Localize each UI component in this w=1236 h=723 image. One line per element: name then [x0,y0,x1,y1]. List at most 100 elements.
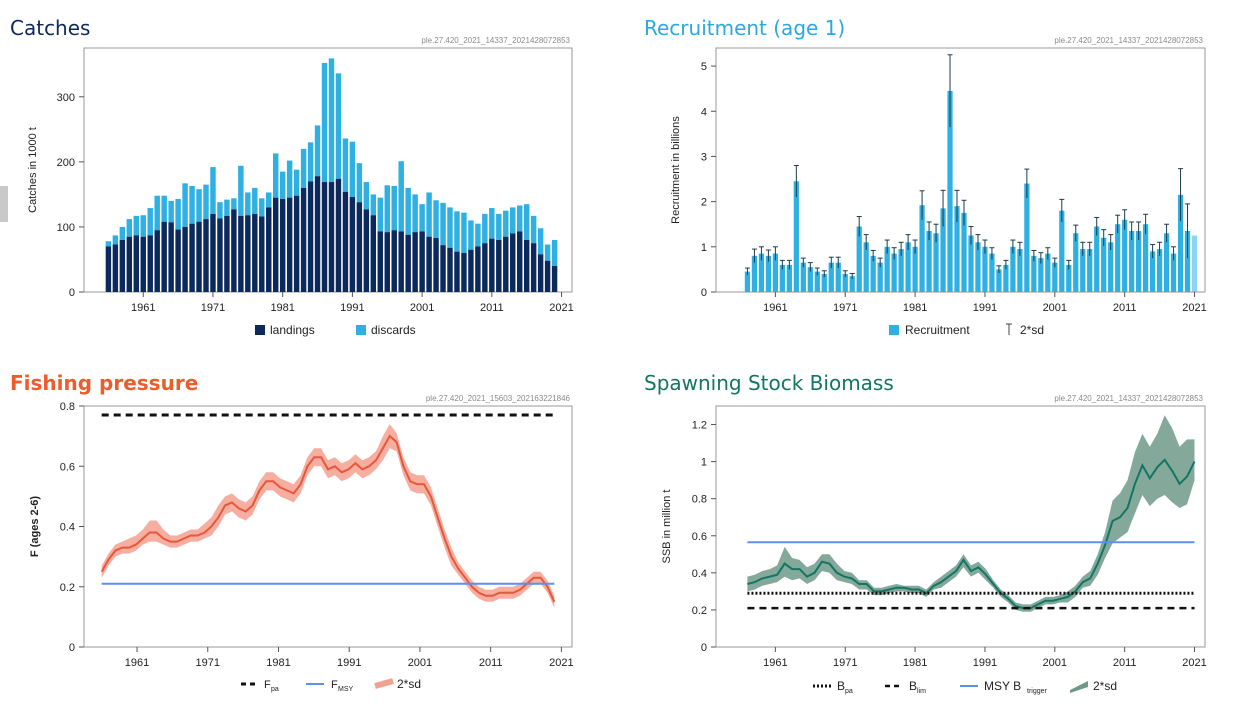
discards-bar [412,194,418,233]
y-axis-label: F (ages 2-6) [29,496,41,557]
y-tick-label: 0.6 [692,531,707,543]
y-axis-label: SSB in million t [661,490,673,564]
x-tick-label: 1961 [763,302,787,314]
landings-bar [391,230,397,292]
x-tick-label: 1981 [903,657,927,669]
landings-bar [279,198,286,292]
landings-bar [217,218,223,292]
landings-bar [105,246,112,292]
discards-bar [370,194,377,216]
recruitment-bar [1059,210,1065,292]
discards-bar [133,215,140,236]
discards-bar [342,138,349,192]
x-tick-label: 1971 [201,302,225,314]
landings-bar [551,265,558,292]
discards-bar [475,223,481,247]
discards-bar [189,185,195,224]
ssb-2sd-band [747,415,1195,612]
landings-bar [300,187,307,292]
discards-bar [433,200,439,238]
legend-recruitment-label: Recruitment [905,323,970,337]
landings-bar [175,229,181,292]
discards-bar [272,153,279,198]
landings-bar [119,239,126,292]
y-tick-label: 2 [701,197,707,209]
y-tick-label: 1 [701,242,707,254]
legend-bpa-label: B [837,679,845,693]
discards-bar [140,215,146,237]
discards-bar [224,199,230,216]
landings-bar [426,236,432,292]
graph-id-stamp: ple.27.420_2021_14337_2021428072853 [421,36,570,45]
discards-bar [503,210,509,237]
discards-bar [551,239,558,266]
recruitment-bar [1129,231,1135,292]
graph-id-stamp: ple.27.420_2021_14337_2021428072853 [1054,36,1203,45]
discards-bar [335,73,342,179]
landings-bar [503,236,509,292]
discards-bar [516,205,523,232]
discards-bar [252,187,258,214]
legend-2sd-label: 2*sd [397,677,421,691]
x-tick-label: 2021 [1182,302,1206,314]
discards-bar [454,211,460,252]
x-tick-label: 2021 [1182,657,1206,669]
x-tick-label: 1961 [763,657,787,669]
landings-bar [126,236,133,292]
legend-2sd-label: 2*sd [1020,323,1044,337]
landings-bar [182,226,188,292]
landings-bar [307,181,314,292]
y-tick-label: 0.4 [692,568,707,580]
x-tick-label: 1961 [131,302,155,314]
landings-bar [133,235,140,292]
y-tick-label: 0 [69,287,75,299]
legend-recruitment-swatch [889,325,899,335]
y-tick-label: 0.8 [60,401,75,413]
landings-bar [530,243,537,292]
discards-bar [523,204,530,240]
landings-bar [363,209,370,292]
landings-bar [349,197,356,292]
landings-bar [356,202,363,292]
landings-bar [154,230,160,292]
landings-bar [231,209,237,292]
legend-fmsy-label: F [331,679,338,691]
landings-bar [370,215,377,292]
landings-bar [196,221,202,292]
discards-bar [468,220,474,250]
landings-bar [286,197,293,292]
landings-bar [544,260,551,292]
y-tick-label: 0 [701,642,707,654]
x-tick-label: 1971 [833,302,857,314]
x-tick-label: 2011 [1113,302,1137,314]
discards-bar [328,58,335,183]
landings-bar [314,176,321,292]
discards-bar [496,213,502,240]
y-tick-label: 0.2 [692,605,707,617]
discards-bar [391,185,397,231]
fishing-2sd-band [101,424,555,608]
recruitment-bar [926,231,932,292]
landings-bar [454,251,460,292]
legend-2sd-glyph [1070,681,1088,693]
landings-bar [203,219,209,292]
landings-bar [252,213,258,292]
x-tick-label: 2011 [1113,657,1137,669]
recruitment-bar [793,181,799,292]
landings-bar [147,235,153,292]
y-tick-label: 1 [701,457,707,469]
recruitment-bar [1094,226,1100,292]
landings-bar [405,234,411,292]
recruitment-bar [1115,224,1121,292]
discards-bar [537,228,544,255]
x-tick-label: 1991 [973,657,997,669]
legend-blim-subscript: lim [917,688,926,695]
discards-bar [363,182,370,210]
landings-bar [419,231,425,292]
landings-bar [537,254,544,292]
discards-bar [300,148,307,188]
x-tick-label: 1981 [903,302,927,314]
discards-bar [238,165,244,216]
legend-bpa-subscript: pa [845,688,853,695]
landings-bar [496,239,502,292]
